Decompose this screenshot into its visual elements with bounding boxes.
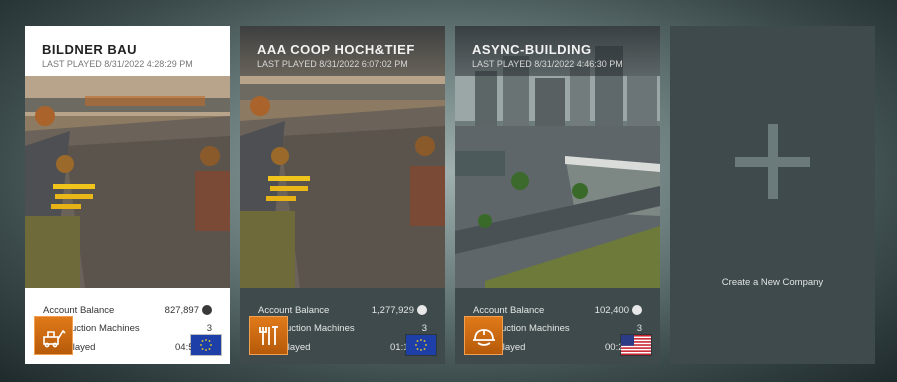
company-preview-image	[25, 76, 230, 288]
construction-machinery-icon	[42, 329, 66, 347]
stat-label: Account Balance	[43, 304, 115, 316]
currency-icon	[202, 305, 212, 316]
company-card-bildner-bau[interactable]: BILDNER BAU LAST PLAYED 8/31/2022 4:28:2…	[25, 26, 230, 364]
eu-flag-icon	[406, 335, 436, 355]
last-played: LAST PLAYED 8/31/2022 4:46:30 PM	[472, 59, 623, 69]
stat-value: 3	[636, 323, 642, 335]
stat-label: Account Balance	[258, 304, 330, 316]
stat-value: 827,897	[164, 304, 199, 316]
company-card-aaa-coop[interactable]: AAA COOP HOCH&TIEF LAST PLAYED 8/31/2022…	[240, 26, 445, 364]
currency-icon	[417, 305, 427, 316]
stat-value: 3	[421, 323, 427, 335]
last-played: LAST PLAYED 8/31/2022 4:28:29 PM	[42, 59, 193, 69]
company-name: AAA COOP HOCH&TIEF	[257, 42, 415, 57]
company-card-header: ASYNC-BUILDING LAST PLAYED 8/31/2022 4:4…	[455, 26, 660, 76]
currency-icon	[632, 305, 642, 316]
eu-flag-icon	[191, 335, 221, 355]
tools-icon	[258, 325, 278, 345]
hard-hat-icon	[472, 328, 495, 346]
stat-value: 1,277,929	[371, 304, 414, 316]
company-card-async-building[interactable]: ASYNC-BUILDING LAST PLAYED 8/31/2022 4:4…	[455, 26, 660, 364]
stat-value: 3	[206, 323, 212, 335]
sector-badge	[464, 316, 503, 355]
company-name: ASYNC-BUILDING	[472, 42, 592, 57]
create-company-label: Create a New Company	[721, 277, 824, 288]
company-card-header: BILDNER BAU LAST PLAYED 8/31/2022 4:28:2…	[25, 26, 230, 76]
stat-label: Account Balance	[473, 304, 545, 316]
us-flag-icon	[621, 335, 651, 355]
create-company-card[interactable]: Create a New Company	[670, 26, 875, 364]
last-played: LAST PLAYED 8/31/2022 6:07:02 PM	[257, 59, 408, 69]
stat-value: 102,400	[594, 304, 629, 316]
sector-badge	[34, 316, 73, 355]
company-card-header: AAA COOP HOCH&TIEF LAST PLAYED 8/31/2022…	[240, 26, 445, 76]
sector-badge	[249, 316, 288, 355]
company-name: BILDNER BAU	[42, 42, 138, 57]
